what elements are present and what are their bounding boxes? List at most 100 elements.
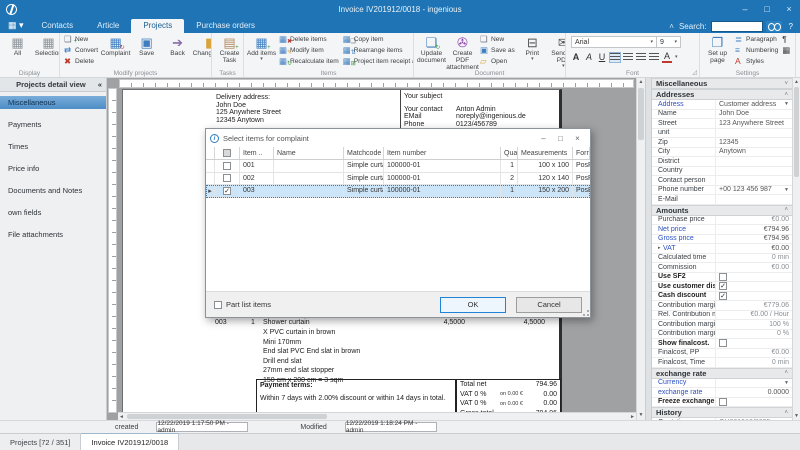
- formatting-marks-button[interactable]: ¶: [780, 34, 794, 45]
- row-checkbox[interactable]: [223, 174, 231, 182]
- field-value[interactable]: 100 %: [716, 320, 792, 329]
- ribbon-button-send-as-pdf[interactable]: ✉■Send as PDF▾: [548, 34, 566, 68]
- ribbon-button-recalculate-item[interactable]: ▦↻Recalculate item: [277, 56, 341, 67]
- ribbon-button-styles[interactable]: AStyles: [733, 56, 780, 67]
- field-checkbox[interactable]: [719, 339, 727, 347]
- document-vertical-scrollbar[interactable]: ▲ ▼: [636, 78, 645, 420]
- ribbon-button-complaint[interactable]: ▦↻Complaint: [100, 34, 131, 68]
- align-justify-button[interactable]: [649, 53, 659, 62]
- scroll-left-icon[interactable]: ◄: [119, 413, 124, 420]
- panel-vertical-scrollbar[interactable]: ▲ ▼: [792, 78, 800, 420]
- row-checkbox[interactable]: ✓: [223, 187, 231, 195]
- field-value[interactable]: [716, 167, 792, 176]
- field-value[interactable]: 0.0000: [716, 388, 792, 397]
- document-horizontal-scrollbar[interactable]: ◄ ►: [118, 412, 636, 420]
- align-left-button[interactable]: [610, 53, 620, 62]
- gridlines-button[interactable]: ▦: [780, 45, 794, 56]
- field-value[interactable]: €0.00: [716, 263, 792, 272]
- dialog-minimize-button[interactable]: –: [535, 134, 552, 143]
- ribbon-button-numbering[interactable]: ≡Numbering: [733, 45, 780, 56]
- ribbon-button-add-items[interactable]: ▦+Add items▾: [246, 34, 277, 68]
- sidebar-item-documents-and-notes[interactable]: Documents and Notes: [0, 184, 106, 197]
- application-menu-icon[interactable]: ▦ ▾: [0, 20, 30, 33]
- field-value[interactable]: Anytown: [716, 148, 792, 157]
- section-header-history[interactable]: History˄: [652, 407, 792, 418]
- bold-button[interactable]: A: [571, 52, 581, 62]
- ribbon-button-delete[interactable]: ✖Delete: [62, 56, 100, 67]
- expand-icon[interactable]: ▸: [658, 245, 663, 251]
- sidebar-item-price-info[interactable]: Price info: [0, 162, 106, 175]
- ribbon-button-rearrange-items[interactable]: ▦⇅Rearrange items: [341, 45, 414, 56]
- ribbon-button-changelog[interactable]: ▮◔Changelog: [193, 34, 212, 68]
- sidebar-item-miscellaneous[interactable]: Miscellaneous: [0, 96, 106, 109]
- align-center-button[interactable]: [623, 53, 633, 62]
- field-value[interactable]: €0.00 / Hour: [716, 311, 792, 320]
- field-value[interactable]: ▼: [716, 379, 792, 388]
- collapse-ribbon-icon[interactable]: ˄: [669, 22, 674, 31]
- table-row[interactable]: 002Simple curtain100000-012120 x 140PosP…: [206, 173, 590, 186]
- scroll-up-icon[interactable]: ▲: [637, 78, 645, 87]
- scroll-right-icon[interactable]: ►: [630, 413, 635, 420]
- ribbon-button-selection[interactable]: ▦Selection: [33, 34, 60, 68]
- ribbon-button-set-up-page[interactable]: ❐Set up page: [702, 34, 733, 68]
- tab-projects[interactable]: Projects: [131, 19, 184, 33]
- part-list-items-checkbox[interactable]: [214, 301, 222, 309]
- tab-purchase-orders[interactable]: Purchase orders: [184, 19, 267, 33]
- ribbon-button-open[interactable]: ▱Open: [478, 56, 517, 67]
- ribbon-button-delete-items[interactable]: ▦✖Delete items: [277, 34, 341, 45]
- field-value[interactable]: €0.00: [716, 216, 792, 225]
- minimize-button[interactable]: –: [734, 2, 756, 16]
- align-right-button[interactable]: [636, 53, 646, 62]
- ribbon-button-save[interactable]: ▣Save: [131, 34, 162, 68]
- field-value[interactable]: 12345: [716, 138, 792, 147]
- close-button[interactable]: ×: [778, 2, 800, 16]
- field-checkbox[interactable]: ✓: [719, 282, 727, 290]
- field-value[interactable]: ✓: [716, 292, 792, 301]
- ribbon-button-paragraph[interactable]: ≣Paragraph: [733, 34, 780, 45]
- field-value[interactable]: 123 Anywhere Street: [716, 119, 792, 128]
- field-value[interactable]: €794.96: [716, 225, 792, 234]
- ribbon-button-project-item-receipt-assignment[interactable]: ▦⊞Project item receipt assignment: [341, 56, 414, 67]
- field-checkbox[interactable]: [719, 273, 727, 281]
- ribbon-button-copy-item[interactable]: ▦❏Copy item: [341, 34, 414, 45]
- field-value[interactable]: ✓: [716, 282, 792, 291]
- ribbon-button-convert[interactable]: ⇄Convert: [62, 45, 100, 56]
- search-input[interactable]: [711, 21, 763, 32]
- field-value[interactable]: John Doe: [716, 110, 792, 119]
- maximize-button[interactable]: □: [756, 2, 778, 16]
- field-value[interactable]: [716, 129, 792, 138]
- field-value[interactable]: 0 min: [716, 358, 792, 367]
- field-value[interactable]: €0.00: [716, 349, 792, 358]
- underline-button[interactable]: U: [597, 52, 607, 62]
- field-value[interactable]: €794.96: [716, 235, 792, 244]
- dialog-close-button[interactable]: ×: [569, 134, 586, 143]
- section-header-miscellaneous[interactable]: Miscellaneous˅: [652, 78, 792, 89]
- table-row[interactable]: ▸✓003Simple curtain100000-011150 x 200Po…: [206, 185, 590, 198]
- section-header-amounts[interactable]: Amounts˄: [652, 205, 792, 216]
- scroll-up-icon[interactable]: ▲: [793, 78, 800, 86]
- field-value[interactable]: [716, 273, 792, 282]
- ribbon-button-new[interactable]: ❏+New: [62, 34, 100, 45]
- bottom-tab-invoice-iv201912-0018[interactable]: Invoice IV201912/0018: [81, 433, 179, 450]
- field-value[interactable]: [716, 339, 792, 348]
- row-checkbox[interactable]: [223, 162, 231, 170]
- collapse-sidebar-icon[interactable]: «: [98, 80, 102, 89]
- field-value[interactable]: €779.06: [716, 301, 792, 310]
- dialog-launcher-icon[interactable]: ◿: [692, 69, 697, 76]
- ribbon-button-create-pdf-attachment[interactable]: ✇Create PDF attachment: [447, 34, 478, 68]
- select-all-checkbox[interactable]: [223, 149, 231, 157]
- field-value[interactable]: €0.00: [716, 244, 792, 253]
- scrollbar-thumb[interactable]: [638, 88, 644, 140]
- sidebar-item-file-attachments[interactable]: File attachments: [0, 228, 106, 241]
- field-value[interactable]: Customer address▼: [716, 100, 792, 109]
- italic-button[interactable]: A: [584, 52, 594, 62]
- ribbon-button-print[interactable]: ⊟Print▾: [517, 34, 548, 68]
- field-value[interactable]: 0 %: [716, 330, 792, 339]
- section-header-addresses[interactable]: Addresses˄: [652, 89, 792, 100]
- field-value[interactable]: 0 min: [716, 254, 792, 263]
- ribbon-button-update-document[interactable]: ❏↻Update document: [416, 34, 447, 68]
- ribbon-button-modify-item[interactable]: ▦✎Modify item: [277, 45, 341, 56]
- sidebar-item-payments[interactable]: Payments: [0, 118, 106, 131]
- tab-contacts[interactable]: Contacts: [30, 19, 86, 33]
- field-checkbox[interactable]: ✓: [719, 292, 727, 300]
